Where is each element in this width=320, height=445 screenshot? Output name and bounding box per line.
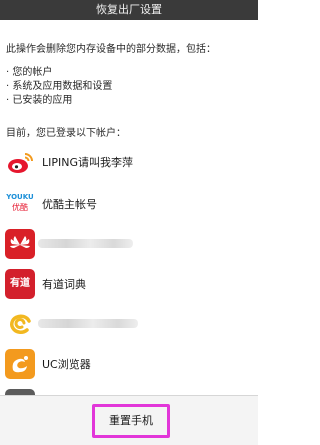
account-name: 优酷主帐号	[42, 198, 97, 211]
account-name: 有道词典	[42, 278, 86, 291]
youdao-logo-text: 有道	[10, 278, 30, 289]
account-row	[5, 226, 255, 262]
account-row: YOUKU 优酷 优酷主帐号	[5, 186, 255, 222]
account-row-partial	[5, 386, 255, 395]
huawei-icon	[5, 229, 35, 259]
swirl-app-icon	[5, 309, 35, 339]
page-title: 恢复出厂设置	[96, 3, 162, 16]
uc-browser-icon	[5, 349, 35, 379]
content-area: 此操作会删除您内存设备中的部分数据，包括： · 您的帐户 · 系统及应用数据和设…	[0, 20, 258, 395]
youdao-icon: 有道	[5, 269, 35, 299]
account-name: UC浏览器	[42, 358, 91, 371]
list-item: · 系统及应用数据和设置	[6, 81, 113, 92]
list-item: · 已安装的应用	[6, 95, 73, 106]
account-row: 有道 有道词典	[5, 266, 255, 302]
account-name: LIPING请叫我李萍	[42, 156, 134, 169]
title-bar: 恢复出厂设置	[0, 0, 258, 20]
youku-icon: YOUKU 优酷	[5, 189, 35, 219]
accounts-header: 目前，您已登录以下帐户：	[6, 128, 126, 139]
account-row: UC浏览器	[5, 346, 255, 382]
intro-text: 此操作会删除您内存设备中的部分数据，包括：	[6, 44, 216, 55]
youku-logo-sub: 优酷	[12, 203, 28, 212]
data-items-list: · 您的帐户 · 系统及应用数据和设置 · 已安装的应用	[6, 66, 112, 108]
reset-phone-button[interactable]: 重置手机	[95, 407, 167, 435]
weibo-icon	[5, 147, 35, 177]
account-row: LIPING请叫我李萍	[5, 144, 255, 180]
blurred-account-name	[38, 239, 133, 248]
youku-logo-text: YOUKU	[6, 193, 34, 201]
list-item: · 您的帐户	[6, 67, 53, 78]
blurred-account-name	[38, 319, 138, 328]
account-row	[5, 306, 255, 342]
